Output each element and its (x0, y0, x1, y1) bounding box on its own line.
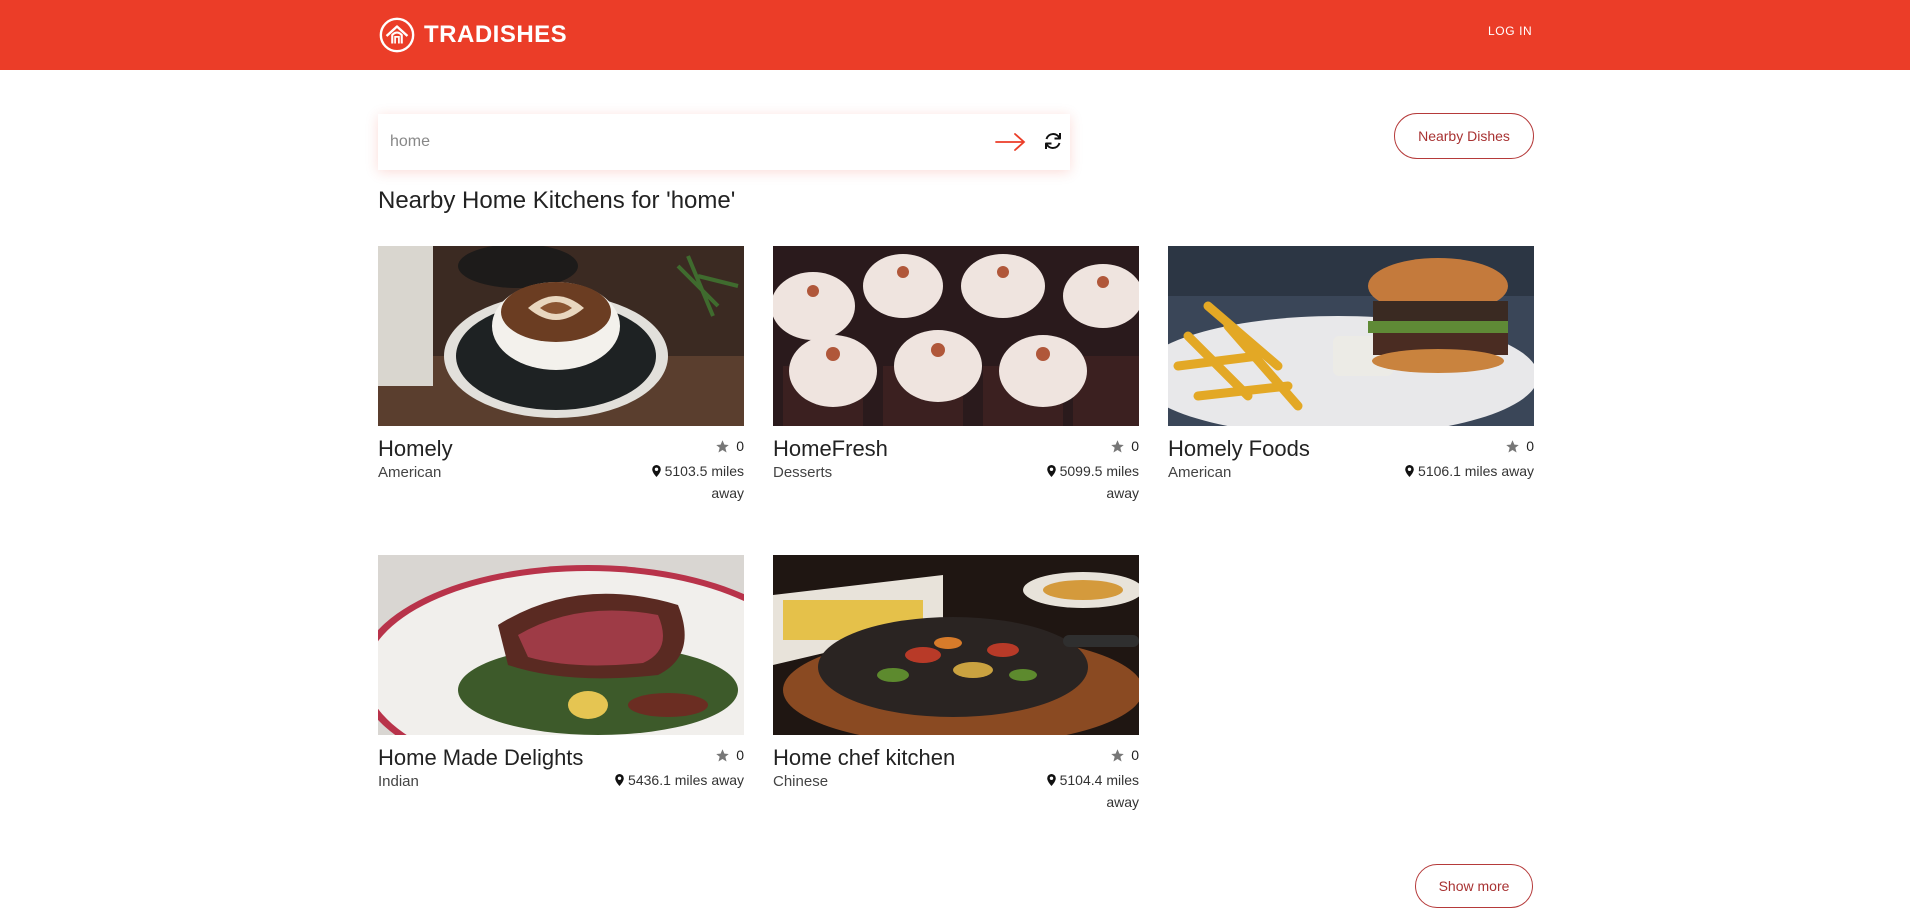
brand-name: TRADISHES (424, 21, 568, 48)
kitchen-distance: 5106.1 miles away (1374, 460, 1534, 482)
distance-text: 5436.1 miles away (628, 772, 744, 788)
kitchen-card[interactable]: HomeFresh Desserts 0 5099.5 miles away (773, 246, 1139, 506)
kitchen-rating: 0 (1110, 747, 1139, 763)
kitchen-card[interactable]: Homely American 0 5103.5 miles away (378, 246, 744, 506)
results-heading: Nearby Home Kitchens for 'home' (378, 187, 736, 214)
kitchen-name[interactable]: Home Made Delights (378, 745, 583, 771)
kitchen-name[interactable]: Home chef kitchen (773, 745, 955, 771)
kitchen-rating: 0 (1110, 438, 1139, 454)
star-icon (1111, 748, 1124, 761)
kitchen-rating: 0 (1505, 438, 1534, 454)
rating-value: 0 (736, 438, 744, 454)
kitchen-image-fajitas[interactable] (773, 555, 1139, 735)
home-logo-icon (379, 17, 415, 53)
kitchen-name[interactable]: Homely (378, 436, 453, 462)
kitchen-cuisine: American (1168, 464, 1232, 481)
location-pin-icon (615, 774, 624, 786)
kitchen-distance: 5099.5 miles away (1019, 460, 1139, 504)
star-icon (716, 439, 729, 452)
distance-text: 5099.5 miles away (1059, 463, 1139, 501)
location-pin-icon (651, 465, 661, 477)
rating-value: 0 (736, 747, 744, 763)
show-more-button[interactable]: Show more (1415, 864, 1533, 908)
kitchen-card[interactable]: Homely Foods American 0 5106.1 miles awa… (1168, 246, 1534, 506)
kitchen-cuisine: Indian (378, 773, 419, 790)
star-icon (1506, 439, 1519, 452)
top-navbar: TRADISHES LOG IN (0, 0, 1910, 70)
location-pin-icon (1405, 465, 1414, 477)
kitchen-rating: 0 (715, 747, 744, 763)
rating-value: 0 (1131, 747, 1139, 763)
kitchen-card[interactable]: Home Made Delights Indian 0 5436.1 miles… (378, 555, 744, 815)
star-icon (1111, 439, 1124, 452)
kitchen-distance: 5104.4 miles away (1019, 769, 1139, 813)
distance-text: 5103.5 miles away (664, 463, 744, 501)
star-icon (716, 748, 729, 761)
kitchen-card[interactable]: Home chef kitchen Chinese 0 5104.4 miles… (773, 555, 1139, 815)
search-input[interactable] (378, 114, 978, 170)
distance-text: 5106.1 miles away (1418, 463, 1534, 479)
brand-logo[interactable]: TRADISHES (378, 15, 567, 55)
kitchen-image-cupcakes[interactable] (773, 246, 1139, 426)
kitchen-name[interactable]: Homely Foods (1168, 436, 1310, 462)
login-link[interactable]: LOG IN (1488, 24, 1532, 38)
location-pin-icon (1046, 774, 1056, 786)
distance-text: 5104.4 miles away (1059, 772, 1139, 810)
search-bar (378, 114, 1070, 170)
rating-value: 0 (1526, 438, 1534, 454)
kitchen-rating: 0 (715, 438, 744, 454)
location-pin-icon (1046, 465, 1056, 477)
kitchen-distance: 5436.1 miles away (584, 769, 744, 791)
kitchen-cuisine: American (378, 464, 442, 481)
rating-value: 0 (1131, 438, 1139, 454)
nearby-dishes-button[interactable]: Nearby Dishes (1394, 113, 1534, 159)
kitchen-cuisine: Chinese (773, 773, 829, 790)
kitchen-image-coffee[interactable] (378, 246, 744, 426)
kitchen-image-burger[interactable] (1168, 246, 1534, 426)
arrow-right-icon[interactable] (994, 130, 1028, 154)
kitchen-distance: 5103.5 miles away (624, 460, 744, 504)
kitchen-image-steak[interactable] (378, 555, 744, 735)
kitchen-name[interactable]: HomeFresh (773, 436, 888, 462)
kitchen-cuisine: Desserts (773, 464, 833, 481)
refresh-icon[interactable] (1042, 130, 1064, 152)
